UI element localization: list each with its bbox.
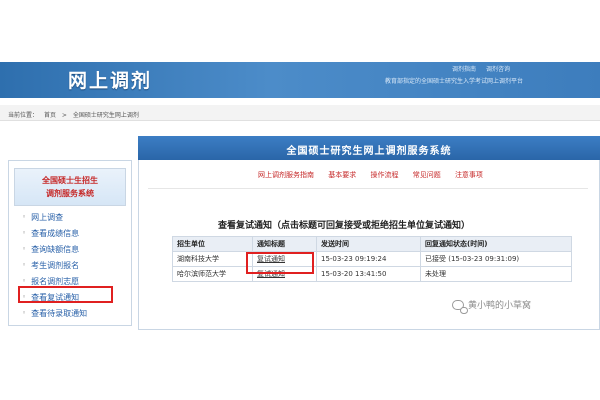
column-header: 发送时间 bbox=[316, 236, 421, 252]
sidebar-item-label: 查看待录取通知 bbox=[31, 308, 88, 318]
sent-time-cell: 15-03-23 09:19:24 bbox=[316, 251, 421, 267]
top-blank-area bbox=[0, 0, 600, 62]
table-highlight-box bbox=[246, 252, 314, 274]
link-notes[interactable]: 注意事项 bbox=[455, 171, 483, 179]
column-header: 回复通知状态(时间) bbox=[420, 236, 572, 252]
watermark-text: 黄小鸭的小草窝 bbox=[468, 301, 532, 311]
breadcrumb-separator: > bbox=[61, 112, 67, 119]
sidebar-item-label: 查看成绩信息 bbox=[31, 228, 80, 238]
notice-table: 招生单位 通知标题 发送时间 回复通知状态(时间) 湖南科技大学 复试通知 15… bbox=[172, 236, 572, 282]
banner-link-guide[interactable]: 调剂指南 bbox=[452, 66, 476, 73]
divider bbox=[148, 188, 588, 189]
unit-cell: 哈尔滨师范大学 bbox=[172, 266, 253, 282]
breadcrumb: 当前位置： 首页 > 全国硕士研究生网上调剂 bbox=[0, 105, 600, 121]
bullet-icon: ◦ bbox=[22, 261, 27, 269]
bottom-blank-area bbox=[0, 330, 600, 400]
sidebar-item-label: 考生调剂报名 bbox=[31, 260, 80, 270]
link-faq[interactable]: 常见问题 bbox=[413, 171, 441, 179]
top-links: 网上调剂服务指南 基本要求 操作流程 常见问题 注意事项 bbox=[258, 170, 495, 180]
bullet-icon: ◦ bbox=[22, 309, 27, 317]
notice-title: 查看复试通知（点击标题可回复接受或拒绝招生单位复试通知） bbox=[218, 221, 471, 231]
sidebar-item-vacancies[interactable]: ◦ 查询缺额信息 bbox=[22, 241, 87, 257]
sidebar-highlight-box bbox=[18, 286, 113, 303]
bullet-icon: ◦ bbox=[22, 229, 27, 237]
sidebar-heading-line1: 全国硕士生招生 bbox=[42, 176, 98, 185]
bullet-icon: ◦ bbox=[22, 245, 27, 253]
column-header: 招生单位 bbox=[172, 236, 253, 252]
sidebar-item-online-survey[interactable]: ◦ 网上调查 bbox=[22, 209, 87, 225]
banner-link-consult[interactable]: 调剂咨询 bbox=[486, 66, 510, 73]
sent-time-cell: 15-03-20 13:41:50 bbox=[316, 266, 421, 282]
banner-links: 调剂指南 调剂咨询 bbox=[452, 64, 518, 73]
reply-status-cell: 未处理 bbox=[420, 266, 572, 282]
sidebar-item-view-scores[interactable]: ◦ 查看成绩信息 bbox=[22, 225, 87, 241]
watermark: 黄小鸭的小草窝 bbox=[452, 298, 532, 314]
system-title: 全国硕士研究生网上调剂服务系统 bbox=[138, 136, 600, 160]
sidebar-item-label: 查询缺额信息 bbox=[31, 244, 80, 254]
breadcrumb-home[interactable]: 首页 bbox=[44, 112, 56, 119]
bullet-icon: ◦ bbox=[22, 213, 27, 221]
breadcrumb-current: 全国硕士研究生网上调剂 bbox=[72, 112, 139, 119]
sidebar-item-admission-notice[interactable]: ◦ 查看待录取通知 bbox=[22, 305, 87, 321]
wechat-icon bbox=[452, 299, 468, 314]
table-row: 湖南科技大学 复试通知 15-03-23 09:19:24 已接受 (15-03… bbox=[172, 251, 572, 267]
sidebar-item-label: 网上调查 bbox=[31, 212, 64, 222]
link-basic-requirements[interactable]: 基本要求 bbox=[328, 171, 356, 179]
sidebar-menu: ◦ 网上调查 ◦ 查看成绩信息 ◦ 查询缺额信息 ◦ 考生调剂报名 ◦ 报名调剂… bbox=[22, 209, 87, 321]
link-process[interactable]: 操作流程 bbox=[370, 171, 398, 179]
breadcrumb-label: 当前位置： bbox=[8, 112, 39, 119]
table-row: 哈尔滨师范大学 复试通知 15-03-20 13:41:50 未处理 bbox=[172, 266, 572, 282]
site-banner: 网上调剂 调剂指南 调剂咨询 教育部指定的全国硕士研究生入学考试网上调剂平台 bbox=[0, 62, 600, 98]
banner-subtitle: 教育部指定的全国硕士研究生入学考试网上调剂平台 bbox=[385, 78, 524, 85]
sidebar-heading: 全国硕士生招生 调剂服务系统 bbox=[14, 168, 126, 206]
bullet-icon: ◦ bbox=[22, 277, 27, 285]
sidebar-heading-line2: 调剂服务系统 bbox=[46, 189, 94, 198]
table-header-row: 招生单位 通知标题 发送时间 回复通知状态(时间) bbox=[172, 236, 572, 252]
link-service-guide[interactable]: 网上调剂服务指南 bbox=[258, 171, 314, 179]
column-header: 通知标题 bbox=[252, 236, 317, 252]
sidebar-item-apply[interactable]: ◦ 考生调剂报名 bbox=[22, 257, 87, 273]
sidebar-item-label: 报名调剂志愿 bbox=[31, 276, 80, 286]
banner-title: 网上调剂 bbox=[68, 70, 153, 92]
reply-status-cell: 已接受 (15-03-23 09:31:09) bbox=[420, 251, 572, 267]
unit-cell: 湖南科技大学 bbox=[172, 251, 253, 267]
